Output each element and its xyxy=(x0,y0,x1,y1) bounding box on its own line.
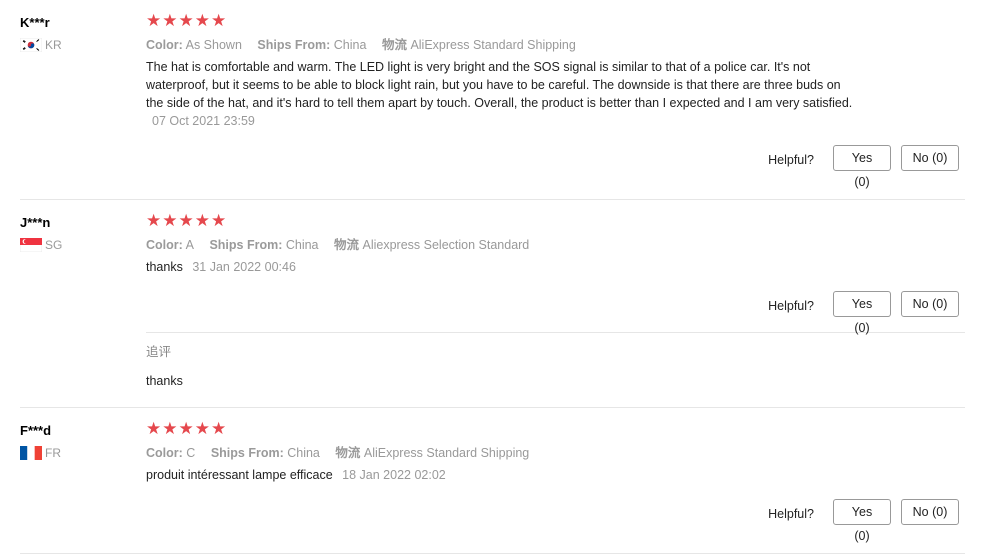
helpful-label: Helpful? xyxy=(768,299,814,313)
helpful-no-button[interactable]: No (0) xyxy=(901,291,959,317)
helpful-yes-button[interactable]: Yes (0) xyxy=(833,291,891,335)
reviewer-name: J***n xyxy=(20,215,51,230)
color-label: Color: xyxy=(146,446,183,460)
logistics-label: 物流 xyxy=(335,446,361,460)
helpful-row: Helpful? Yes (0) No (0) xyxy=(146,145,965,189)
star-icon: ★ xyxy=(194,419,210,438)
flag-sg-icon xyxy=(20,238,42,252)
color-value: As Shown xyxy=(185,38,242,52)
star-icon: ★ xyxy=(194,11,210,30)
color-value: C xyxy=(186,446,196,460)
star-icon: ★ xyxy=(178,211,194,230)
star-icon: ★ xyxy=(178,11,194,30)
country-code: KR xyxy=(45,38,62,52)
review-meta: Color: A Ships From: China 物流 Aliexpress… xyxy=(146,236,965,254)
color-value: A xyxy=(185,238,194,252)
helpful-row: Helpful? Yes (0) No (0) xyxy=(146,291,965,335)
review-text: thanks 31 Jan 2022 00:46 xyxy=(146,258,856,276)
ships-from-label: Ships From: xyxy=(257,38,331,52)
color-label: Color: xyxy=(146,38,183,52)
logistics-value: Aliexpress Selection Standard xyxy=(362,238,530,252)
star-icon: ★ xyxy=(162,211,178,230)
helpful-no-button[interactable]: No (0) xyxy=(901,145,959,171)
followup-text: thanks xyxy=(146,374,183,388)
star-icon: ★ xyxy=(162,11,178,30)
reviewer-info: J***n SG xyxy=(20,214,130,252)
flag-fr-icon xyxy=(20,446,42,460)
ships-from-value: China xyxy=(287,446,320,460)
review-item: J***n SG ★ ★ ★ ★ ★ Color: A Ships From: xyxy=(20,200,965,408)
star-icon: ★ xyxy=(146,419,162,438)
review-text: The hat is comfortable and warm. The LED… xyxy=(146,58,856,130)
review-date: 07 Oct 2021 23:59 xyxy=(152,114,255,128)
star-icon: ★ xyxy=(162,419,178,438)
star-icon: ★ xyxy=(146,11,162,30)
followup-review: 追评 thanks xyxy=(146,332,965,390)
color-label: Color: xyxy=(146,238,183,252)
helpful-yes-button[interactable]: Yes (0) xyxy=(833,499,891,543)
helpful-no-button[interactable]: No (0) xyxy=(901,499,959,525)
helpful-label: Helpful? xyxy=(768,153,814,167)
reviewer-country: SG xyxy=(20,238,130,252)
helpful-row: Helpful? Yes (0) No (0) xyxy=(146,499,965,543)
logistics-value: AliExpress Standard Shipping xyxy=(410,38,576,52)
reviewer-name: K***r xyxy=(20,15,50,30)
reviewer-info: K***r KR xyxy=(20,14,130,52)
logistics-value: AliExpress Standard Shipping xyxy=(363,446,530,460)
helpful-yes-button[interactable]: Yes (0) xyxy=(833,145,891,189)
review-item: F***d FR ★ ★ ★ ★ ★ Color: C Ships From: … xyxy=(20,408,965,554)
ships-from-label: Ships From: xyxy=(209,238,283,252)
review-item: K***r KR ★ ★ ★ ★ ★ Color: As Shown Ships… xyxy=(20,0,965,200)
logistics-label: 物流 xyxy=(334,238,360,252)
review-body: The hat is comfortable and warm. The LED… xyxy=(146,60,853,110)
review-meta: Color: C Ships From: China 物流 AliExpress… xyxy=(146,444,965,462)
helpful-label: Helpful? xyxy=(768,507,814,521)
reviewer-country: KR xyxy=(20,38,130,52)
star-icon: ★ xyxy=(146,211,162,230)
star-rating: ★ ★ ★ ★ ★ xyxy=(146,420,965,438)
star-icon: ★ xyxy=(194,211,210,230)
country-code: FR xyxy=(45,446,61,460)
star-rating: ★ ★ ★ ★ ★ xyxy=(146,12,965,30)
followup-title: 追评 xyxy=(146,345,172,359)
logistics-label: 物流 xyxy=(381,38,407,52)
reviewer-info: F***d FR xyxy=(20,422,130,460)
review-body: produit intéressant lampe efficace xyxy=(146,468,333,482)
review-date: 18 Jan 2022 02:02 xyxy=(342,468,446,482)
star-icon: ★ xyxy=(178,419,194,438)
review-body: thanks xyxy=(146,260,183,274)
reviewer-name: F***d xyxy=(20,423,52,438)
star-icon: ★ xyxy=(211,211,227,230)
reviewer-country: FR xyxy=(20,446,130,460)
review-meta: Color: As Shown Ships From: China 物流 Ali… xyxy=(146,36,965,54)
ships-from-value: China xyxy=(285,238,319,252)
star-icon: ★ xyxy=(211,419,227,438)
ships-from-label: Ships From: xyxy=(210,446,284,460)
flag-kr-icon xyxy=(20,38,42,52)
review-text: produit intéressant lampe efficace 18 Ja… xyxy=(146,466,856,484)
ships-from-value: China xyxy=(333,38,367,52)
star-icon: ★ xyxy=(211,11,227,30)
review-date: 31 Jan 2022 00:46 xyxy=(192,260,296,274)
star-rating: ★ ★ ★ ★ ★ xyxy=(146,212,965,230)
country-code: SG xyxy=(45,238,63,252)
